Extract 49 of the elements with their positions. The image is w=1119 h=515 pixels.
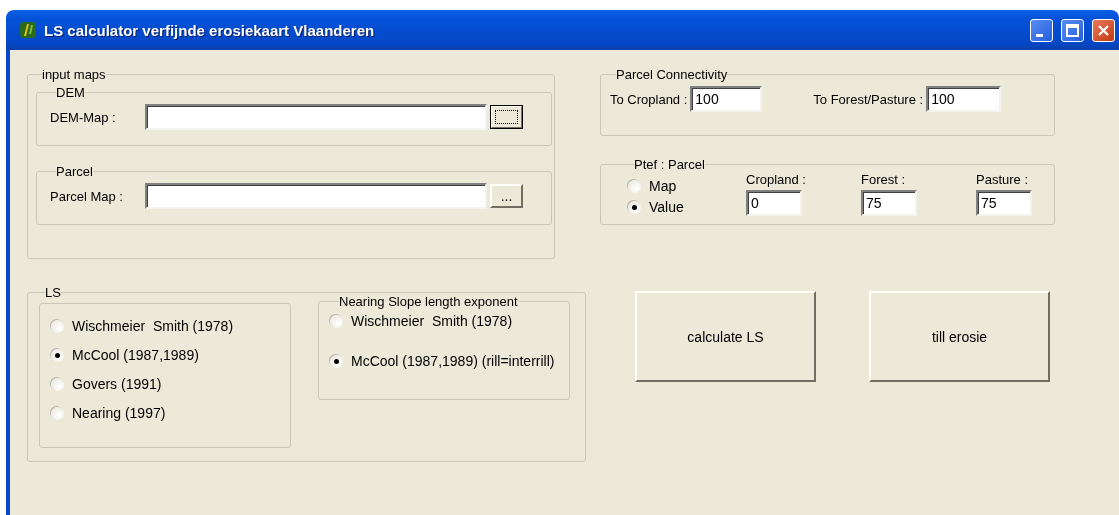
field-label: Forest :: [861, 172, 907, 187]
radio-label: Map: [649, 178, 677, 194]
radio-label: McCool (1987,1989) (rill=interrill): [351, 353, 555, 369]
field-label: To Cropland :: [610, 91, 688, 107]
minimize-button[interactable]: [1030, 18, 1053, 42]
radio-button[interactable]: [628, 200, 641, 214]
browse-button[interactable]: ...: [490, 184, 523, 208]
field-label: Parcel Map :: [50, 188, 124, 204]
radio-button[interactable]: [51, 377, 64, 391]
window-title: LS calculator verfijnde erosiekaart Vlaanderen: [44, 21, 376, 39]
group-label: Parcel: [56, 164, 93, 179]
radio-button[interactable]: [330, 314, 343, 328]
close-button[interactable]: [1092, 18, 1115, 42]
group-label: input maps: [42, 67, 106, 82]
action-button[interactable]: calculate LS: [635, 291, 816, 382]
field-label: Pasture :: [976, 172, 1030, 187]
maximize-icon: [1066, 23, 1079, 37]
group-label: DEM: [56, 85, 85, 100]
radio-button[interactable]: [628, 179, 641, 193]
app-icon: [18, 20, 38, 40]
radio-button[interactable]: [330, 354, 343, 368]
radio-label: Value: [649, 199, 684, 215]
text-field[interactable]: 75: [976, 190, 1032, 216]
text-field[interactable]: 0: [746, 190, 802, 216]
maximize-button[interactable]: [1061, 18, 1084, 42]
close-icon: [1097, 23, 1110, 37]
group-label: Parcel Connectivity: [616, 67, 728, 82]
radio-label: Wischmeier Smith (1978): [351, 313, 513, 329]
action-button[interactable]: till erosie: [869, 291, 1050, 382]
radio-button[interactable]: [51, 348, 64, 362]
text-field[interactable]: 100: [690, 86, 763, 112]
radio-label: Nearing (1997): [72, 405, 166, 421]
text-field[interactable]: 75: [861, 190, 917, 216]
group-label: LS: [45, 285, 61, 300]
field-label: DEM-Map :: [50, 109, 117, 125]
radio-button[interactable]: [51, 406, 64, 420]
radio-label: Wischmeier Smith (1978): [72, 318, 234, 334]
browse-button[interactable]: [490, 105, 523, 129]
radio-label: McCool (1987,1989): [72, 347, 199, 363]
group-label: Ptef : Parcel: [634, 157, 705, 172]
radio-button[interactable]: [51, 319, 64, 333]
minimize-icon: [1035, 33, 1043, 37]
field-label: Cropland :: [746, 172, 807, 187]
text-field[interactable]: 100: [926, 86, 1002, 112]
text-field[interactable]: [145, 104, 487, 130]
radio-label: Govers (1991): [72, 376, 162, 392]
text-field[interactable]: [145, 183, 487, 209]
field-label: To Forest/Pasture :: [813, 91, 924, 107]
group-label: Nearing Slope length exponent: [339, 294, 518, 309]
